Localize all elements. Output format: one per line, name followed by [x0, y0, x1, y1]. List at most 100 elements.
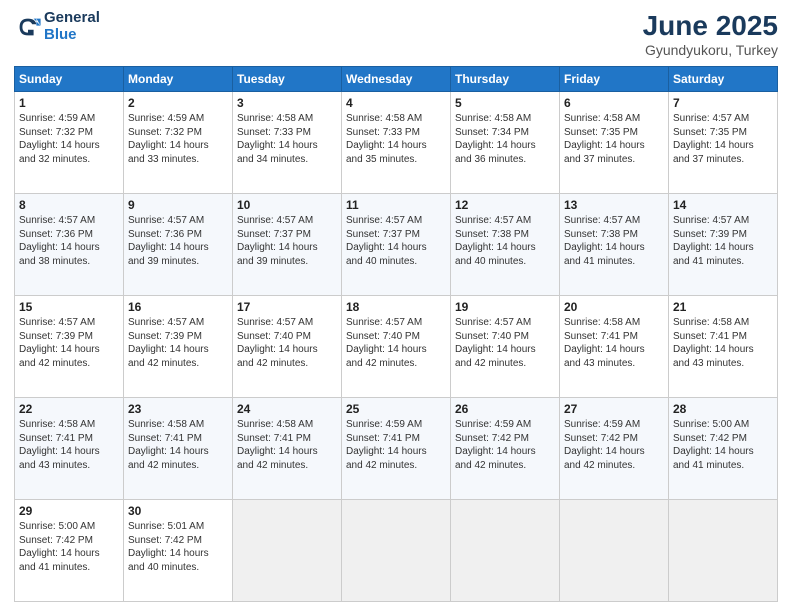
day-info-line: and 36 minutes. [455, 154, 526, 165]
day-number: 29 [19, 503, 119, 519]
col-sunday: Sunday [15, 67, 124, 92]
day-info-line: Daylight: 14 hours [564, 242, 645, 253]
day-info-line: Sunset: 7:35 PM [673, 127, 747, 138]
day-info-line: Sunset: 7:40 PM [346, 331, 420, 342]
day-number: 23 [128, 401, 228, 417]
day-info-line: and 34 minutes. [237, 154, 308, 165]
day-info-line: Sunset: 7:39 PM [19, 331, 93, 342]
day-info-line: Sunrise: 5:00 AM [19, 521, 95, 532]
col-saturday: Saturday [669, 67, 778, 92]
day-info-line: Sunrise: 4:57 AM [19, 317, 95, 328]
calendar-cell: 26Sunrise: 4:59 AMSunset: 7:42 PMDayligh… [451, 398, 560, 500]
day-info-line: and 40 minutes. [455, 256, 526, 267]
day-number: 5 [455, 95, 555, 111]
day-info-line: and 42 minutes. [455, 358, 526, 369]
day-info-line: Daylight: 14 hours [673, 242, 754, 253]
logo-icon [14, 13, 42, 41]
day-info-line: Daylight: 14 hours [346, 140, 427, 151]
day-info-line: Sunset: 7:35 PM [564, 127, 638, 138]
calendar-cell: 1Sunrise: 4:59 AMSunset: 7:32 PMDaylight… [15, 92, 124, 194]
day-info-line: Sunset: 7:32 PM [19, 127, 93, 138]
day-info-line: Daylight: 14 hours [455, 344, 536, 355]
calendar-cell [342, 500, 451, 602]
day-info-line: Sunset: 7:41 PM [128, 433, 202, 444]
day-info-line: and 32 minutes. [19, 154, 90, 165]
day-info-line: Sunset: 7:32 PM [128, 127, 202, 138]
day-number: 24 [237, 401, 337, 417]
title-block: June 2025 Gyundyukoru, Turkey [643, 10, 778, 58]
calendar-cell: 6Sunrise: 4:58 AMSunset: 7:35 PMDaylight… [560, 92, 669, 194]
calendar-cell [560, 500, 669, 602]
day-info-line: Sunrise: 4:57 AM [346, 215, 422, 226]
day-info-line: Sunset: 7:41 PM [564, 331, 638, 342]
day-info-line: Sunrise: 4:57 AM [128, 317, 204, 328]
calendar-cell: 20Sunrise: 4:58 AMSunset: 7:41 PMDayligh… [560, 296, 669, 398]
day-info-line: Sunrise: 4:57 AM [673, 215, 749, 226]
day-info-line: and 42 minutes. [128, 358, 199, 369]
day-info-line: Daylight: 14 hours [128, 140, 209, 151]
day-info-line: Sunset: 7:42 PM [128, 535, 202, 546]
day-info-line: Sunrise: 4:57 AM [128, 215, 204, 226]
logo-blue: Blue [44, 26, 77, 43]
day-info-line: Sunrise: 4:57 AM [564, 215, 640, 226]
day-info-line: Daylight: 14 hours [673, 446, 754, 457]
day-info-line: Sunset: 7:41 PM [19, 433, 93, 444]
day-info-line: Sunset: 7:34 PM [455, 127, 529, 138]
day-number: 25 [346, 401, 446, 417]
day-number: 26 [455, 401, 555, 417]
calendar-cell: 23Sunrise: 4:58 AMSunset: 7:41 PMDayligh… [124, 398, 233, 500]
calendar-title: June 2025 [643, 10, 778, 42]
calendar-cell [233, 500, 342, 602]
calendar-cell: 17Sunrise: 4:57 AMSunset: 7:40 PMDayligh… [233, 296, 342, 398]
day-info-line: Sunrise: 4:57 AM [346, 317, 422, 328]
day-number: 9 [128, 197, 228, 213]
day-info-line: Daylight: 14 hours [19, 140, 100, 151]
day-info-line: Sunrise: 5:00 AM [673, 419, 749, 430]
day-info-line: and 41 minutes. [673, 256, 744, 267]
calendar-cell: 7Sunrise: 4:57 AMSunset: 7:35 PMDaylight… [669, 92, 778, 194]
day-info-line: and 41 minutes. [673, 460, 744, 471]
day-number: 4 [346, 95, 446, 111]
day-info-line: Daylight: 14 hours [128, 242, 209, 253]
day-number: 30 [128, 503, 228, 519]
calendar-cell: 15Sunrise: 4:57 AMSunset: 7:39 PMDayligh… [15, 296, 124, 398]
day-info-line: Daylight: 14 hours [19, 344, 100, 355]
day-info-line: Sunset: 7:33 PM [346, 127, 420, 138]
header-row: Sunday Monday Tuesday Wednesday Thursday… [15, 67, 778, 92]
day-info-line: Sunrise: 4:59 AM [564, 419, 640, 430]
day-info-line: and 39 minutes. [128, 256, 199, 267]
calendar-cell: 3Sunrise: 4:58 AMSunset: 7:33 PMDaylight… [233, 92, 342, 194]
week-row-4: 22Sunrise: 4:58 AMSunset: 7:41 PMDayligh… [15, 398, 778, 500]
day-info-line: Sunrise: 4:58 AM [455, 113, 531, 124]
day-info-line: Daylight: 14 hours [346, 242, 427, 253]
day-info-line: Sunrise: 5:01 AM [128, 521, 204, 532]
day-info-line: Sunrise: 4:58 AM [19, 419, 95, 430]
day-number: 19 [455, 299, 555, 315]
day-number: 1 [19, 95, 119, 111]
day-info-line: Sunrise: 4:59 AM [455, 419, 531, 430]
day-info-line: Daylight: 14 hours [346, 344, 427, 355]
day-info-line: Daylight: 14 hours [237, 344, 318, 355]
day-info-line: Sunrise: 4:57 AM [19, 215, 95, 226]
calendar-cell: 11Sunrise: 4:57 AMSunset: 7:37 PMDayligh… [342, 194, 451, 296]
day-number: 27 [564, 401, 664, 417]
day-info-line: and 43 minutes. [19, 460, 90, 471]
day-info-line: and 42 minutes. [346, 358, 417, 369]
day-info-line: Sunrise: 4:59 AM [346, 419, 422, 430]
day-number: 2 [128, 95, 228, 111]
day-info-line: Sunset: 7:42 PM [455, 433, 529, 444]
day-info-line: Daylight: 14 hours [128, 446, 209, 457]
day-info-line: Sunset: 7:37 PM [237, 229, 311, 240]
calendar-cell: 25Sunrise: 4:59 AMSunset: 7:41 PMDayligh… [342, 398, 451, 500]
col-wednesday: Wednesday [342, 67, 451, 92]
week-row-5: 29Sunrise: 5:00 AMSunset: 7:42 PMDayligh… [15, 500, 778, 602]
day-info-line: and 42 minutes. [564, 460, 635, 471]
day-info-line: Sunrise: 4:57 AM [237, 215, 313, 226]
day-info-line: Sunset: 7:36 PM [19, 229, 93, 240]
day-info-line: Sunset: 7:40 PM [455, 331, 529, 342]
calendar-cell: 16Sunrise: 4:57 AMSunset: 7:39 PMDayligh… [124, 296, 233, 398]
week-row-1: 1Sunrise: 4:59 AMSunset: 7:32 PMDaylight… [15, 92, 778, 194]
day-number: 12 [455, 197, 555, 213]
calendar-cell: 12Sunrise: 4:57 AMSunset: 7:38 PMDayligh… [451, 194, 560, 296]
day-info-line: and 42 minutes. [346, 460, 417, 471]
